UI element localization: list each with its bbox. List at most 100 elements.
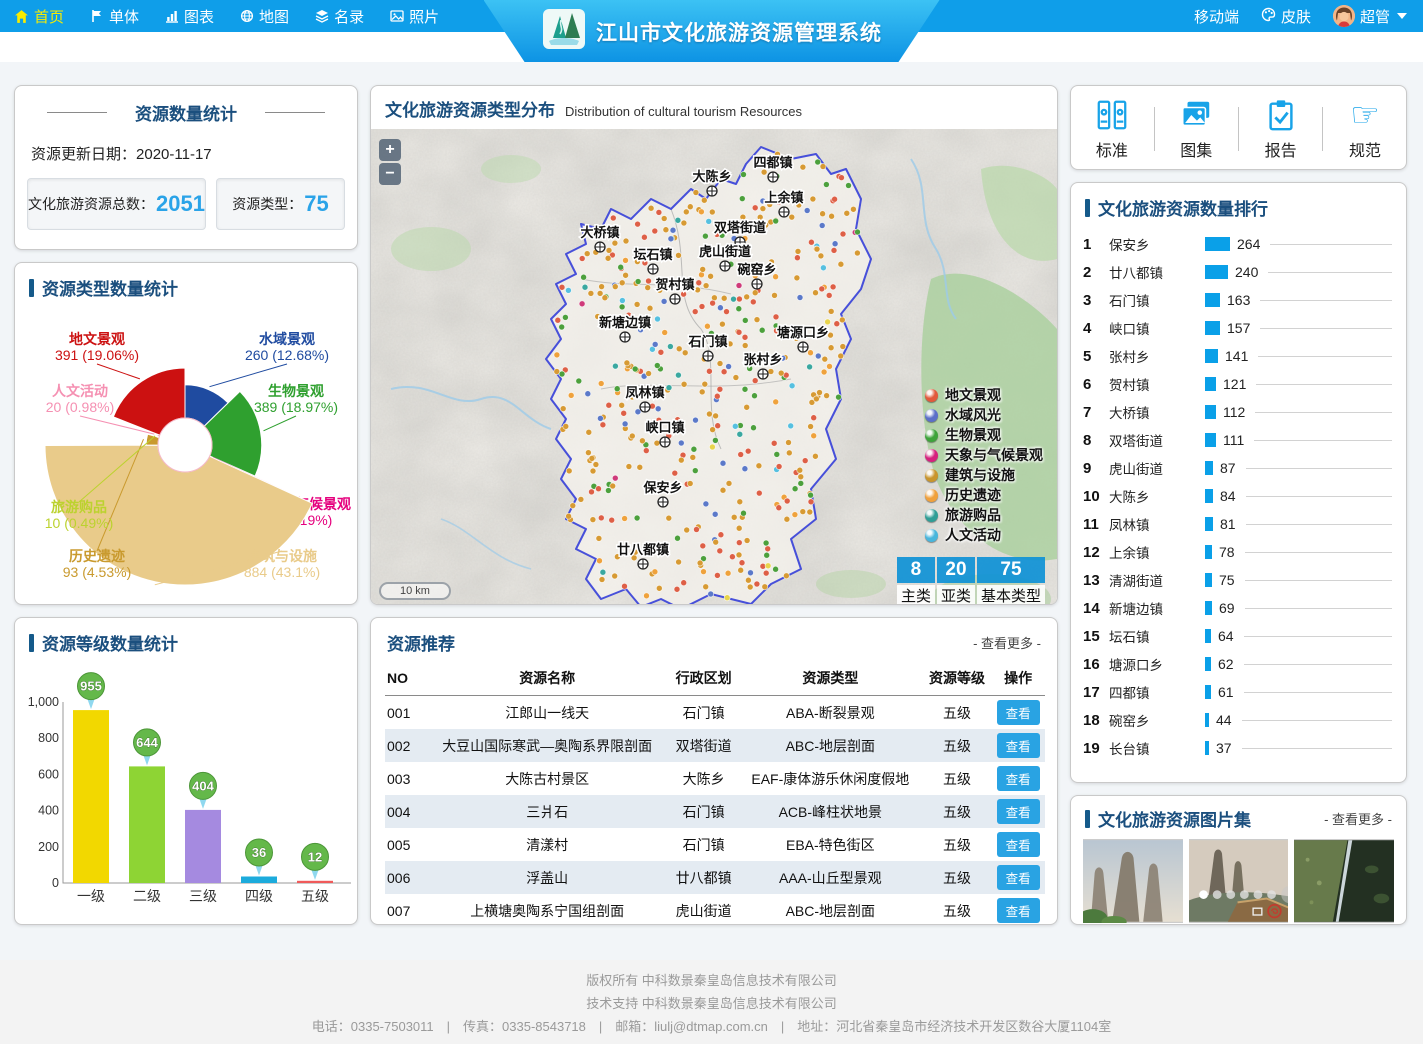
- svg-text:644: 644: [136, 735, 158, 750]
- skin-label: 皮肤: [1281, 6, 1311, 27]
- svg-text:20 (0.98%): 20 (0.98%): [46, 399, 114, 415]
- svg-text:旅游购品: 旅游购品: [51, 499, 107, 515]
- svg-text:坛石镇: 坛石镇: [633, 247, 672, 262]
- svg-text:389 (18.97%): 389 (18.97%): [254, 399, 338, 415]
- view-button[interactable]: 查看: [997, 898, 1040, 923]
- map-zoom-in-button[interactable]: +: [379, 139, 401, 161]
- pin-icon: [925, 469, 938, 482]
- skin-link[interactable]: 皮肤: [1261, 6, 1311, 27]
- svg-text:新塘边镇: 新塘边镇: [599, 315, 651, 330]
- user-menu[interactable]: 超管: [1333, 5, 1407, 27]
- table-row: 002大豆山国际寒武—奥陶系界限剖面双塔街道ABC-地层剖面五级查看: [385, 729, 1045, 762]
- recommend-title: 资源推荐: [387, 630, 455, 655]
- ranking-row: 10大陈乡84: [1083, 482, 1394, 510]
- ranking-row: 2廿八都镇240: [1083, 258, 1394, 286]
- svg-text:1,000: 1,000: [28, 695, 59, 709]
- ranking-row: 5张村乡141: [1083, 342, 1394, 370]
- svg-text:四都镇: 四都镇: [753, 155, 792, 170]
- gallery-images: [1071, 837, 1406, 925]
- view-button[interactable]: 查看: [997, 865, 1040, 890]
- nav-item-chart[interactable]: 图表: [165, 6, 214, 27]
- quick-link-标准[interactable]: 标准: [1080, 96, 1144, 161]
- svg-text:地文景观: 地文景观: [69, 331, 125, 347]
- home-icon: [14, 9, 29, 24]
- svg-text:四级: 四级: [245, 888, 273, 904]
- ranking-row: 9虎山街道87: [1083, 454, 1394, 482]
- nav-item-single[interactable]: 单体: [90, 6, 139, 27]
- view-button[interactable]: 查看: [997, 733, 1040, 758]
- ranking-row: 11凤林镇81: [1083, 510, 1394, 538]
- quick-link-规范[interactable]: ☞规范: [1333, 96, 1397, 161]
- resource-types-value: 75: [304, 191, 328, 217]
- map-stat-主类: 8主类: [897, 557, 935, 605]
- nav-item-home[interactable]: 首页: [14, 6, 64, 27]
- svg-text:93 (4.53%): 93 (4.53%): [63, 564, 131, 580]
- svg-text:一级: 一级: [77, 888, 105, 904]
- svg-text:双塔街道: 双塔街道: [714, 220, 766, 235]
- update-date-line: 资源更新日期：2020-11-17: [15, 129, 357, 170]
- resource-count-title: 资源数量统计: [15, 86, 357, 129]
- gallery-panel: 文化旅游资源图片集 - 查看更多 -: [1070, 795, 1407, 925]
- map-legend-item: 生物景观: [925, 425, 1043, 445]
- pin-icon: [925, 489, 938, 502]
- nav-item-map[interactable]: 地图: [240, 6, 289, 27]
- gallery-image[interactable]: [1083, 839, 1183, 923]
- mobile-link[interactable]: 移动端: [1194, 6, 1239, 27]
- table-row: 006浮盖山廿八都镇AAA-山丘型景观五级查看: [385, 861, 1045, 894]
- svg-text:955: 955: [80, 679, 102, 694]
- username: 超管: [1360, 6, 1390, 27]
- svg-text:200: 200: [38, 840, 59, 854]
- svg-text:12: 12: [308, 849, 322, 864]
- view-button[interactable]: 查看: [997, 832, 1040, 857]
- map-zoom-out-button[interactable]: −: [379, 163, 401, 185]
- nav-item-photo[interactable]: 照片: [390, 6, 439, 27]
- ranking-row: 1保安乡264: [1083, 230, 1394, 258]
- total-resources-box: 文化旅游资源总数：2051: [27, 178, 206, 230]
- nav-item-list[interactable]: 名录: [315, 6, 364, 27]
- quick-link-报告[interactable]: 报告: [1249, 96, 1313, 161]
- recommend-more-link[interactable]: - 查看更多 -: [973, 633, 1041, 652]
- svg-text:600: 600: [38, 767, 59, 781]
- ranking-row: 17四都镇61: [1083, 678, 1394, 706]
- svg-text:大陈乡: 大陈乡: [692, 169, 731, 184]
- map-summary-stats: 8主类20亚类75基本类型: [897, 557, 1045, 605]
- map-canvas[interactable]: 大陈乡四都镇上余镇大桥镇双塔街道坛石镇虎山街道碗窑乡贺村镇新塘边镇石门镇塘源口乡…: [371, 129, 1057, 605]
- map-legend-item: 天象与气候景观: [925, 445, 1043, 465]
- ranking-row: 18碗窑乡44: [1083, 706, 1394, 734]
- gallery-more-link[interactable]: - 查看更多 -: [1324, 809, 1392, 828]
- flag-icon: [90, 9, 104, 23]
- resource-type-chart-title: 资源类型数量统计: [15, 263, 357, 306]
- gallery-title: 文化旅游资源图片集: [1098, 806, 1251, 831]
- svg-text:260 (12.68%): 260 (12.68%): [245, 347, 329, 363]
- ranking-title: 文化旅游资源数量排行: [1071, 183, 1406, 226]
- svg-text:三级: 三级: [189, 888, 217, 904]
- ranking-row: 19长台镇37: [1083, 734, 1394, 762]
- svg-text:人文活动: 人文活动: [52, 383, 108, 399]
- view-button[interactable]: 查看: [997, 766, 1040, 791]
- ranking-row: 4峡口镇157: [1083, 314, 1394, 342]
- svg-text:建筑与设施: 建筑与设施: [247, 548, 317, 564]
- resource-types-box: 资源类型：75: [216, 178, 345, 230]
- chart-icon: [165, 9, 179, 23]
- map-scalebar: 10 km: [379, 582, 451, 600]
- view-button[interactable]: 查看: [997, 799, 1040, 824]
- resource-type-chart-panel: 资源类型数量统计 水域景观260 (12.68%)生物景观389 (18.97%…: [14, 262, 358, 605]
- table-row: 004三爿石石门镇ACB-峰柱状地景五级查看: [385, 795, 1045, 828]
- quick-links-panel: 标准图集报告 ☞规范: [1070, 85, 1407, 170]
- svg-text:水域景观: 水域景观: [259, 331, 315, 347]
- binder-icon: [1094, 96, 1130, 134]
- map-legend-item: 历史遗迹: [925, 485, 1043, 505]
- header: 首页单体图表地图名录照片 移动端 皮肤 超管 江山市文化旅游资源管理系统: [0, 0, 1423, 62]
- gallery-image[interactable]: [1294, 839, 1394, 923]
- svg-text:廿八都镇: 廿八都镇: [617, 542, 669, 557]
- avatar: [1333, 5, 1355, 27]
- recommend-table: NO资源名称行政区划资源类型资源等级操作001江郎山一线天石门镇ABA-断裂景观…: [385, 661, 1045, 925]
- gallery-image[interactable]: [1189, 839, 1289, 923]
- quick-link-图集[interactable]: 图集: [1164, 96, 1228, 161]
- view-button[interactable]: 查看: [997, 700, 1040, 725]
- svg-text:虎山街道: 虎山街道: [699, 244, 751, 259]
- map-legend: 地文景观水域风光生物景观天象与气候景观建筑与设施历史遗迹旅游购品人文活动: [925, 385, 1043, 545]
- svg-text:塘源口乡: 塘源口乡: [777, 325, 829, 340]
- svg-text:大桥镇: 大桥镇: [580, 225, 619, 240]
- map-stat-基本类型: 75基本类型: [977, 557, 1045, 605]
